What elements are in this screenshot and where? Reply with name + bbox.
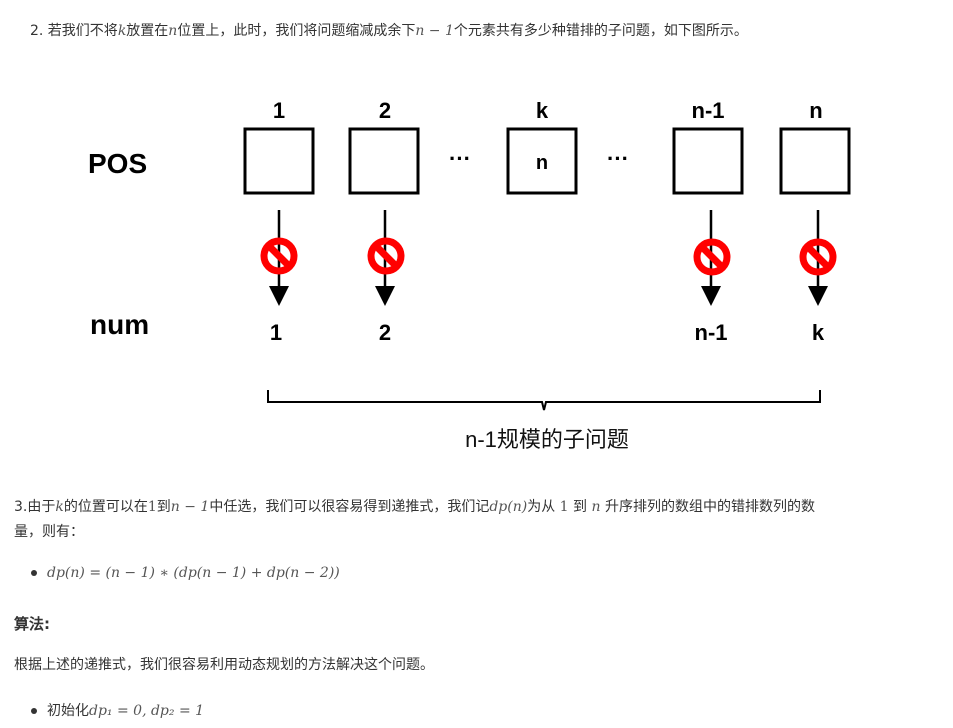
top-label-2: 2 [379,98,391,123]
top-label-k: k [536,98,549,123]
step2-mid1: 放置在 [126,23,169,39]
pos-box-1 [243,127,315,195]
step3-text: 3.由于k的位置可以在1到n − 1中任选，我们可以很容易得到递推式，我们记dp… [14,497,815,517]
pos-box-n-1 [672,127,744,195]
step3-mid1: 的位置可以在 [63,499,148,515]
bullet-dot [31,570,37,576]
brace [267,390,821,411]
math-dpn: dp(n) [489,499,528,515]
step3-suffix: 升序排列的数组中的错排数列的数 [604,499,815,515]
step3-mid3: 中任选，我们可以很容易得到递推式，我们记 [209,499,490,515]
bullet-dot [31,708,37,714]
init-label: 初始化 [47,703,89,719]
step2-mid2: 位置上，此时，我们将问题缩减成余下 [177,23,416,39]
top-label-n: n [809,98,822,123]
math-n-minus-1: n − 1 [170,499,210,515]
step3-mid5: 到 [573,499,588,515]
step3-mid4: 为从 [527,499,556,515]
init-text: 初始化dp₁ = 0, dp₂ = 1 [47,701,204,721]
step3-mid2: 到 [156,499,171,515]
math-one-b: 1 [559,499,569,515]
init-math: dp₁ = 0, dp₂ = 1 [89,703,205,719]
math-n: n [168,23,178,39]
pos-label: POS [88,148,147,179]
recurrence-formula: dp(n) = (n − 1) ∗ (dp(n − 1) + dp(n − 2)… [47,565,340,581]
algo-text: 根据上述的递推式，我们很容易利用动态规划的方法解决这个问题。 [14,657,434,673]
ellipsis-right: ··· [607,146,629,171]
bottom-label-k: k [812,320,825,345]
step3-line2: 量，则有： [14,524,84,540]
algo-heading: 算法: [14,615,50,633]
math-one: 1 [147,499,157,515]
step2-suffix: 个元素共有多少种错排的子问题，如下图所示。 [453,23,748,39]
pos-box-2 [348,127,420,195]
pos-box-n [779,127,851,195]
step2-text: 2. 若我们不将k放置在n位置上，此时，我们将问题缩减成余下n − 1个元素共有… [30,21,748,41]
box-k-content: n [536,152,548,174]
top-label-n-1: n-1 [692,98,725,123]
math-n-minus-1: n − 1 [415,23,454,39]
brace-label: n-1规模的子问题 [465,427,629,452]
top-label-1: 1 [273,98,285,123]
math-n: n [591,499,601,515]
derangement-diagram: POS num 1 2 k n-1 n n ··· ··· 1 2 n-1 k … [88,98,851,452]
bottom-label-1: 1 [270,320,282,345]
math-k: k [55,499,64,515]
bottom-label-n-1: n-1 [695,320,728,345]
ellipsis-left: ··· [449,146,471,171]
step3-prefix: 3.由于 [14,499,56,515]
num-label: num [90,309,149,340]
step2-prefix: 2. 若我们不将 [30,23,118,39]
bottom-label-2: 2 [379,320,391,345]
